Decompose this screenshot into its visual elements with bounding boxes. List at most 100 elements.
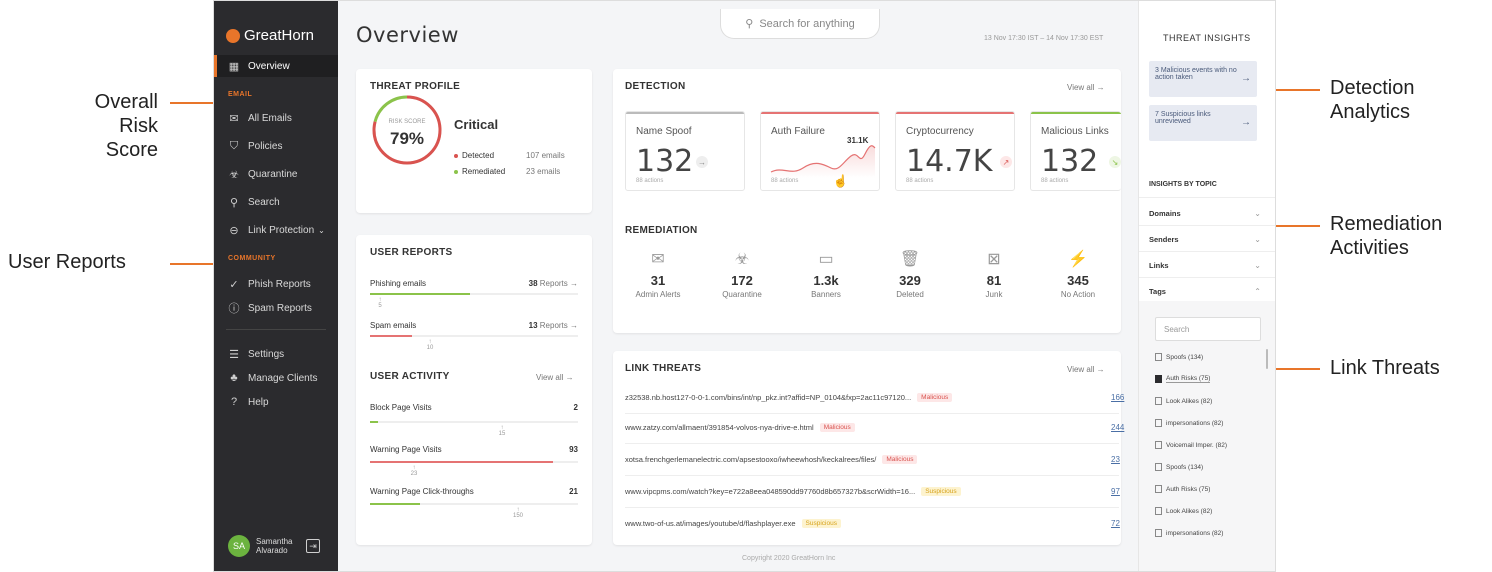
link-icon: ⊖: [229, 224, 239, 237]
tag-item[interactable]: Voicemail Imper. (82): [1155, 441, 1227, 449]
link-threat-count[interactable]: 97: [1111, 487, 1120, 496]
link-threat-count[interactable]: 166: [1111, 393, 1124, 402]
remediation-admin-alerts[interactable]: ✉ 31 Admin Alerts: [623, 249, 693, 299]
link-threats-title: LINK THREATS: [625, 363, 702, 374]
topic-links[interactable]: Links ⌄: [1149, 261, 1261, 270]
tile-cryptocurrency[interactable]: Cryptocurrency 14.7K ↗ 88 actions: [895, 111, 1015, 191]
tag-item[interactable]: impersonations (82): [1155, 419, 1223, 427]
risk-level: Critical: [454, 117, 499, 132]
sidebar-item-overview[interactable]: ▦ Overview: [214, 55, 338, 77]
block-page-visits-marker-value: 15: [498, 431, 506, 437]
app-window: GreatHorn ▦ Overview EMAIL ✉ All Emails …: [213, 0, 1276, 572]
sidebar-item-settings[interactable]: ☰ Settings: [214, 343, 338, 365]
sidebar-item-policies[interactable]: ⛉ Policies: [214, 135, 338, 157]
brand[interactable]: GreatHorn: [226, 27, 314, 44]
topic-divider: [1139, 225, 1275, 226]
section-email-label: EMAIL: [228, 91, 253, 98]
tag-search-input[interactable]: Search: [1155, 317, 1261, 341]
user-profile[interactable]: SA Samantha Alvarado: [228, 535, 292, 557]
checkbox-icon: [1155, 419, 1162, 427]
phishing-emails-count[interactable]: 38 Reports →: [516, 279, 578, 288]
topic-senders[interactable]: Senders ⌄: [1149, 235, 1261, 244]
remediation-no-action[interactable]: ⚡ 345 No Action: [1043, 249, 1113, 299]
remediated-bullet-icon: [454, 169, 458, 174]
detection-title: DETECTION: [625, 81, 686, 92]
user-reports-title: USER REPORTS: [370, 247, 453, 258]
sidebar-item-link-protection[interactable]: ⊖ Link Protection ⌄: [214, 219, 338, 241]
sidebar-item-label: All Emails: [248, 112, 292, 124]
remediation-banners[interactable]: ▭ 1.3k Banners: [791, 249, 861, 299]
sidebar: GreatHorn ▦ Overview EMAIL ✉ All Emails …: [214, 1, 338, 571]
sidebar-item-help[interactable]: ? Help: [214, 391, 338, 413]
sidebar-item-manage-clients[interactable]: ♣ Manage Clients: [214, 367, 338, 389]
scrollbar[interactable]: [1266, 349, 1268, 369]
chevron-down-icon: ⌄: [318, 225, 325, 235]
copyright: Copyright 2020 GreatHorn Inc: [742, 555, 836, 562]
block-page-visits-marker: ↑ 15: [498, 425, 506, 437]
trend-down-icon: ↘: [1109, 156, 1121, 168]
tile-auth-failure-bar: [761, 112, 879, 114]
sidebar-item-label: Link Protection: [248, 224, 315, 236]
logout-icon[interactable]: ⇥: [306, 539, 320, 553]
tag-item[interactable]: Look Alikes (82): [1155, 397, 1212, 405]
tag-item[interactable]: Look Alikes (82): [1155, 507, 1212, 515]
topic-label: Domains: [1149, 209, 1181, 218]
warning-page-visits-value: 93: [569, 445, 578, 454]
remediation-quarantine[interactable]: ☣ 172 Quarantine: [707, 249, 777, 299]
remediation-deleted[interactable]: 🗑 329 Deleted: [875, 249, 945, 299]
remediation-value: 81: [986, 273, 1002, 288]
topic-tags[interactable]: Tags ⌃: [1149, 287, 1261, 296]
tag-item[interactable]: Auth Risks (75): [1155, 375, 1211, 383]
tag-item[interactable]: Spoofs (134): [1155, 353, 1203, 361]
tile-name-spoof-value: 132: [636, 144, 694, 179]
sidebar-item-label: Search: [248, 196, 280, 208]
link-threat-row[interactable]: xotsa.frenchgerlemanelectric.com/apsesto…: [625, 449, 1115, 469]
sidebar-item-quarantine[interactable]: ☣ Quarantine: [214, 163, 338, 185]
link-threat-row[interactable]: www.vipcpms.com/watch?key=e722a8eea04859…: [625, 481, 1115, 501]
risk-score-value: 79%: [389, 129, 425, 148]
detected-label: Detected: [462, 151, 495, 160]
sidebar-item-all-emails[interactable]: ✉ All Emails: [214, 107, 338, 129]
detection-view-all[interactable]: View all →: [1067, 83, 1105, 92]
spam-emails-marker-value: 10: [426, 345, 434, 351]
user-activity-view-all[interactable]: View all →: [536, 373, 574, 382]
stage: Overall Risk Score User Reports Detectio…: [0, 0, 1492, 572]
spam-emails-count[interactable]: 13 Reports →: [516, 321, 578, 330]
link-threat-url: z32538.nb.host127-0-0-1.com/bins/int/np_…: [625, 392, 912, 402]
remediation-junk[interactable]: ⊠ 81 Junk: [959, 249, 1029, 299]
sidebar-item-spam-reports[interactable]: ⓘ Spam Reports: [214, 297, 338, 319]
spam-emails-marker: ↑ 10: [426, 339, 434, 351]
link-threat-row[interactable]: www.two-of-us.at/images/youtube/d/flashp…: [625, 513, 1115, 533]
link-threat-url: www.two-of-us.at/images/youtube/d/flashp…: [625, 518, 796, 528]
topic-domains[interactable]: Domains ⌄: [1149, 209, 1261, 218]
checkbox-icon: [1155, 397, 1162, 405]
sidebar-item-label: Overview: [248, 60, 290, 72]
block-page-visits-track: [370, 421, 578, 423]
link-threats-view-all[interactable]: View all →: [1067, 365, 1105, 374]
tile-malicious-links-name: Malicious Links: [1041, 126, 1109, 137]
tile-auth-failure[interactable]: Auth Failure 31.1K 88 actions ☝: [760, 111, 880, 191]
threat-profile-title: THREAT PROFILE: [370, 81, 461, 92]
tile-name-spoof[interactable]: Name Spoof 132 → 88 actions: [625, 111, 745, 191]
insight-card[interactable]: 3 Malicious events with no action taken …: [1149, 61, 1257, 97]
sidebar-item-phish-reports[interactable]: ✓ Phish Reports: [214, 273, 338, 295]
malicious-badge: Malicious: [819, 422, 855, 432]
tag-label: Look Alikes (82): [1166, 397, 1213, 405]
date-range[interactable]: 13 Nov 17:30 IST – 14 Nov 17:30 EST: [984, 35, 1103, 42]
search-input[interactable]: ⚲ Search for anything: [720, 9, 880, 39]
sidebar-item-search[interactable]: ⚲ Search: [214, 191, 338, 213]
tile-malicious-links[interactable]: Malicious Links 132 ↘ 88 actions: [1030, 111, 1121, 191]
link-threat-url: www.zatzy.com/allmaent/391854-volvos-nya…: [625, 422, 814, 432]
tag-label: Look Alikes (82): [1166, 507, 1213, 515]
link-threat-count[interactable]: 244: [1111, 423, 1124, 432]
remediation-label: Deleted: [896, 290, 924, 299]
link-threat-count[interactable]: 72: [1111, 519, 1120, 528]
link-threat-row[interactable]: www.zatzy.com/allmaent/391854-volvos-nya…: [625, 417, 1115, 437]
tag-item[interactable]: impersonations (82): [1155, 529, 1223, 537]
link-threat-count[interactable]: 23: [1111, 455, 1120, 464]
warning-click-throughs-value: 21: [569, 487, 578, 496]
link-threat-row[interactable]: z32538.nb.host127-0-0-1.com/bins/int/np_…: [625, 387, 1115, 407]
insight-card[interactable]: 7 Suspicious links unreviewed →: [1149, 105, 1257, 141]
tag-item[interactable]: Auth Risks (75): [1155, 485, 1210, 493]
tag-item[interactable]: Spoofs (134): [1155, 463, 1203, 471]
